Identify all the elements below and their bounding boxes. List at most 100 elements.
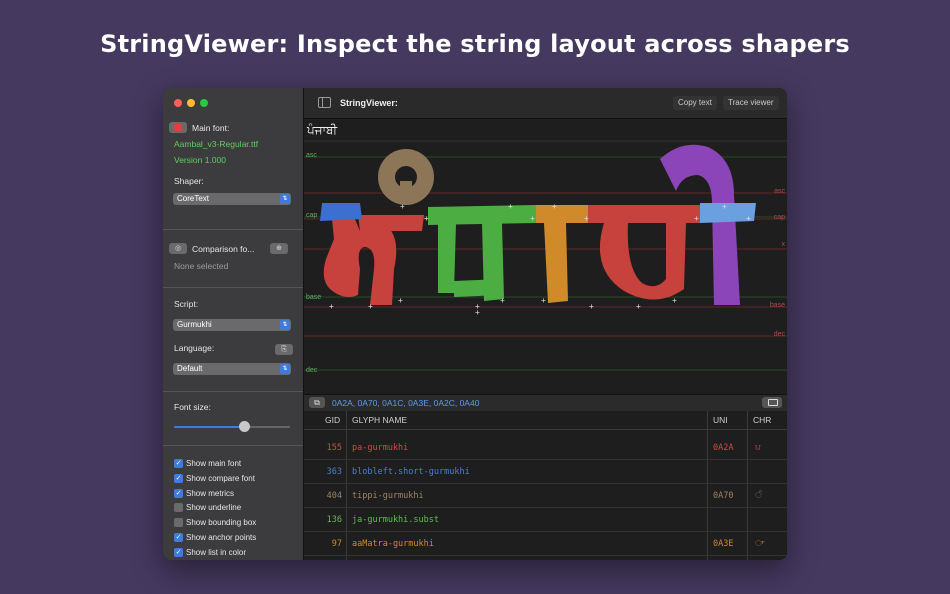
option-label: Show list in color (186, 547, 247, 557)
chevron-updown-icon: ⇅ (280, 320, 290, 330)
metric-label: dec (773, 331, 785, 338)
svg-text:+: + (424, 214, 429, 223)
gid-cell: 97 (331, 539, 342, 549)
metric-label: cap (306, 212, 318, 219)
gid-cell: 155 (326, 443, 342, 453)
close-window-button[interactable] (174, 99, 182, 107)
gid-header[interactable]: GID (325, 415, 340, 425)
monitor-icon (768, 399, 778, 406)
main-font-button[interactable] (169, 122, 187, 133)
uni-cell: 0A3E (713, 539, 734, 549)
font-size-label: Font size: (174, 402, 211, 412)
option-label: Show main font (186, 459, 242, 468)
table-row[interactable]: 363 blobleft.short-gurmukhi (304, 459, 787, 484)
option-label: Show compare font (186, 473, 255, 483)
toolbar: StringViewer: Copy text Trace viewer (304, 88, 787, 119)
table-row[interactable]: 404 tippi-gurmukhi 0A70ੰ (304, 483, 787, 508)
compare-font-add-button[interactable]: ⊕ (270, 243, 288, 254)
option-checkbox[interactable]: ✓ (174, 533, 183, 542)
compare-font-toggle[interactable]: ◎ (169, 243, 187, 254)
table-header: GID GLYPH NAME UNI CHR (304, 411, 787, 430)
chevron-updown-icon: ⇅ (280, 364, 290, 374)
gid-cell: 363 (326, 467, 342, 477)
option-checkbox[interactable]: ✓ (174, 473, 183, 483)
font-file-name: Aambal_v3-Regular.ttf (174, 139, 259, 149)
compare-font-label: Comparison fo... (192, 244, 255, 254)
shaper-select[interactable]: CoreText ⇅ (173, 193, 291, 205)
language-options-button[interactable]: ⎘ (275, 344, 293, 355)
minimize-window-button[interactable] (187, 99, 195, 107)
metric-label: asc (306, 152, 317, 159)
zoom-window-button[interactable] (200, 99, 208, 107)
shaper-value: CoreText (177, 194, 210, 203)
copy-text-button[interactable]: Copy text (673, 96, 717, 110)
option-label: Show bounding box (186, 518, 257, 528)
main-pane: StringViewer: Copy text Trace viewer ਪੰਜ… (304, 88, 787, 560)
svg-text:+: + (589, 302, 594, 311)
document-icon: ⎘ (281, 346, 287, 353)
language-value: Default (177, 364, 203, 373)
glyph-name-cell: blobleft.short-gurmukhi (352, 467, 470, 477)
option-label: Show underline (186, 503, 242, 513)
metric-label: asc (774, 188, 785, 195)
table-row[interactable]: 97 aaMatra-gurmukhi 0A3Eਾ (304, 531, 787, 556)
window-title: StringViewer: (340, 98, 398, 108)
option-checkbox[interactable]: ✓ (174, 488, 183, 498)
chr-cell: ੰ (755, 491, 762, 501)
main-font-label: Main font: (192, 123, 230, 133)
option-checkbox[interactable]: ✓ (174, 459, 183, 468)
svg-text:+: + (500, 296, 505, 305)
svg-text:+: + (508, 202, 513, 211)
svg-text:+: + (722, 202, 727, 211)
chr-cell: ਾ (755, 539, 765, 549)
uni-cell: 0A2A (713, 443, 734, 453)
glyph-name-cell: tippi-gurmukhi (352, 491, 424, 501)
slider-fill (174, 426, 244, 428)
circle-icon: ◎ (174, 245, 182, 252)
divider (163, 287, 303, 288)
glyph-render: + ++ ++ + + ++ +++ +++ +++ + (304, 140, 787, 371)
slider-thumb[interactable] (238, 421, 250, 432)
language-select[interactable]: Default ⇅ (173, 363, 291, 375)
table-row[interactable]: 155 pa-gurmukhi 0A2A ਪ (304, 435, 787, 460)
script-select[interactable]: Gurmukhi ⇅ (173, 319, 291, 331)
svg-text:+: + (694, 214, 699, 223)
compare-none-text: None selected (174, 261, 229, 271)
metric-label: dec (306, 367, 318, 374)
chr-header[interactable]: CHR (753, 415, 771, 425)
table-row[interactable]: 136 ja-gurmukhi.subst (304, 507, 787, 532)
shaper-label: Shaper: (174, 176, 204, 186)
svg-text:+: + (400, 202, 405, 211)
sidebar-toggle-icon[interactable] (318, 97, 331, 108)
option-checkbox[interactable] (174, 518, 183, 528)
metric-label: base (769, 302, 785, 309)
option-checkbox[interactable] (174, 503, 183, 513)
chr-cell: ਪ (755, 443, 761, 453)
svg-text:+: + (552, 202, 557, 211)
uni-header[interactable]: UNI (713, 415, 728, 425)
option-checkbox[interactable]: ✓ (174, 547, 183, 557)
svg-text:+: + (672, 296, 677, 305)
glyph-name-cell: ja-gurmukhi.subst (352, 515, 439, 525)
font-version: Version 1.000 (174, 155, 226, 165)
divider (163, 445, 303, 446)
divider (163, 391, 303, 392)
svg-text:+: + (398, 296, 403, 305)
glyph-name-cell: aaMatra-gurmukhi (352, 539, 434, 549)
chevron-updown-icon: ⇅ (280, 194, 290, 204)
sidebar: Main font: Aambal_v3-Regular.ttf Version… (163, 88, 304, 560)
codepoint-list[interactable]: 0A2A, 0A70, 0A1C, 0A3E, 0A2C, 0A40 (332, 398, 479, 408)
trace-viewer-button[interactable]: Trace viewer (723, 96, 779, 110)
glyph-name-cell: pa-gurmukhi (352, 443, 409, 453)
metric-label: x (781, 241, 786, 248)
remove-font-icon (174, 124, 182, 131)
glyph-canvas[interactable]: ਪੰਜਾਬੀ + + + + + + + + + + + + + + + + +… (304, 119, 787, 394)
uni-cell: 0A70 (713, 491, 734, 501)
copy-codepoints-button[interactable]: ⧉ (309, 397, 325, 408)
globe-icon: ⊕ (276, 245, 282, 252)
glyph-name-header[interactable]: GLYPH NAME (352, 415, 407, 425)
display-mode-button[interactable] (762, 397, 782, 408)
svg-text:+: + (584, 214, 589, 223)
metric-label: cap (773, 214, 785, 221)
app-window: Main font: Aambal_v3-Regular.ttf Version… (163, 88, 787, 560)
